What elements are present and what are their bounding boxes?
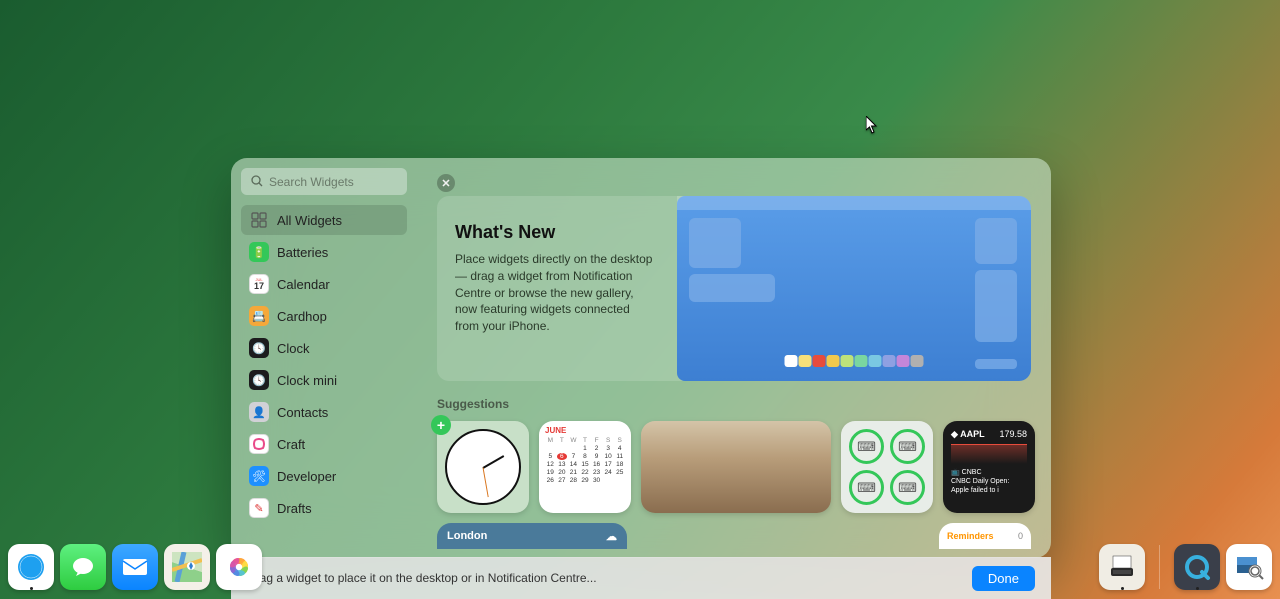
hero-card: What's New Place widgets directly on the… bbox=[437, 196, 1031, 381]
sidebar-item-clock-mini[interactable]: 🕓 Clock mini bbox=[241, 365, 407, 395]
dock-preview[interactable] bbox=[1226, 544, 1272, 590]
bluetooth-icon: ⌨ bbox=[849, 470, 884, 505]
widget-photos[interactable] bbox=[641, 421, 831, 513]
sidebar-item-label: Craft bbox=[277, 437, 305, 452]
preview-widget bbox=[689, 218, 741, 268]
sidebar-item-label: Calendar bbox=[277, 277, 330, 292]
sidebar-item-label: Clock mini bbox=[277, 373, 337, 388]
widget-calendar[interactable]: JUNE MTWTFSS 1234 567891011 121314151617… bbox=[539, 421, 631, 513]
sidebar-item-label: Contacts bbox=[277, 405, 328, 420]
widget-row: + JUNE MTWTFSS 1234 567891011 1213141516… bbox=[437, 421, 1031, 513]
dock-maps[interactable] bbox=[164, 544, 210, 590]
sidebar-item-clock[interactable]: 🕓 Clock bbox=[241, 333, 407, 363]
sidebar-item-craft[interactable]: Craft bbox=[241, 429, 407, 459]
dock-separator bbox=[1159, 545, 1160, 589]
sidebar-item-label: Cardhop bbox=[277, 309, 327, 324]
wallpaper-color-strip bbox=[785, 355, 924, 367]
dock-mail[interactable] bbox=[112, 544, 158, 590]
main-content: ✕ What's New Place widgets directly on t… bbox=[417, 158, 1051, 558]
clock-face bbox=[445, 429, 521, 505]
cardhop-icon: 📇 bbox=[249, 306, 269, 326]
sidebar-item-label: Developer bbox=[277, 469, 336, 484]
preview-widget bbox=[975, 218, 1017, 264]
sidebar-item-cardhop[interactable]: 📇 Cardhop bbox=[241, 301, 407, 331]
craft-icon bbox=[249, 434, 269, 454]
calendar-grid: MTWTFSS 1234 567891011 12131415161718 19… bbox=[545, 437, 625, 484]
add-widget-button[interactable]: + bbox=[431, 415, 451, 435]
bluetooth-icon: ⌨ bbox=[849, 429, 884, 464]
stock-symbol: ◆ AAPL bbox=[951, 429, 985, 439]
sidebar-item-label: Batteries bbox=[277, 245, 328, 260]
clock-icon: 🕓 bbox=[249, 370, 269, 390]
grid-icon bbox=[249, 210, 269, 230]
dock-photos[interactable] bbox=[216, 544, 262, 590]
calendar-month: JUNE bbox=[545, 426, 625, 435]
dock bbox=[0, 537, 1280, 597]
sidebar-item-all-widgets[interactable]: All Widgets bbox=[241, 205, 407, 235]
widget-stocks[interactable]: ◆ AAPL 179.58 📺 CNBCCNBC Daily Open: Appl… bbox=[943, 421, 1035, 513]
search-input[interactable] bbox=[241, 168, 407, 195]
dock-quicktime[interactable] bbox=[1174, 544, 1220, 590]
search-wrap bbox=[241, 168, 407, 195]
sidebar-item-contacts[interactable]: 👤 Contacts bbox=[241, 397, 407, 427]
widget-batteries[interactable]: ⌨ ⌨ ⌨ ⌨ bbox=[841, 421, 933, 513]
bluetooth-icon: ⌨ bbox=[890, 470, 925, 505]
sidebar-item-label: All Widgets bbox=[277, 213, 342, 228]
dock-app-typewriter[interactable] bbox=[1099, 544, 1145, 590]
hero-title: What's New bbox=[455, 222, 657, 243]
sidebar-item-label: Drafts bbox=[277, 501, 312, 516]
sidebar-item-calendar[interactable]: JUL17 Calendar bbox=[241, 269, 407, 299]
developer-icon: 🛠 bbox=[249, 466, 269, 486]
contacts-icon: 👤 bbox=[249, 402, 269, 422]
sidebar-item-developer[interactable]: 🛠 Developer bbox=[241, 461, 407, 491]
suggestions-label: Suggestions bbox=[437, 397, 1031, 411]
hero-preview bbox=[677, 196, 1031, 381]
sidebar-item-label: Clock bbox=[277, 341, 310, 356]
calendar-icon: JUL17 bbox=[249, 274, 269, 294]
hero-text: What's New Place widgets directly on the… bbox=[437, 196, 657, 381]
dock-messages[interactable] bbox=[60, 544, 106, 590]
stock-price: 179.58 bbox=[999, 429, 1027, 439]
dock-safari[interactable] bbox=[8, 544, 54, 590]
stock-chart bbox=[951, 444, 1027, 464]
widget-gallery-panel: All Widgets 🔋 Batteries JUL17 Calendar 📇… bbox=[231, 158, 1051, 558]
preview-widget bbox=[689, 274, 775, 302]
battery-icon: 🔋 bbox=[249, 242, 269, 262]
bluetooth-icon: ⌨ bbox=[890, 429, 925, 464]
drafts-icon: ✎ bbox=[249, 498, 269, 518]
mouse-cursor bbox=[866, 116, 880, 138]
close-button[interactable]: ✕ bbox=[437, 174, 455, 192]
preview-widget bbox=[975, 359, 1017, 369]
hero-description: Place widgets directly on the desktop — … bbox=[455, 251, 657, 335]
search-icon bbox=[251, 175, 263, 190]
stock-news: 📺 CNBCCNBC Daily Open: Apple failed to i bbox=[951, 468, 1027, 495]
preview-widget bbox=[975, 270, 1017, 342]
sidebar: All Widgets 🔋 Batteries JUL17 Calendar 📇… bbox=[231, 158, 417, 558]
widget-clock[interactable]: + bbox=[437, 421, 529, 513]
sidebar-item-batteries[interactable]: 🔋 Batteries bbox=[241, 237, 407, 267]
sidebar-item-drafts[interactable]: ✎ Drafts bbox=[241, 493, 407, 523]
clock-icon: 🕓 bbox=[249, 338, 269, 358]
